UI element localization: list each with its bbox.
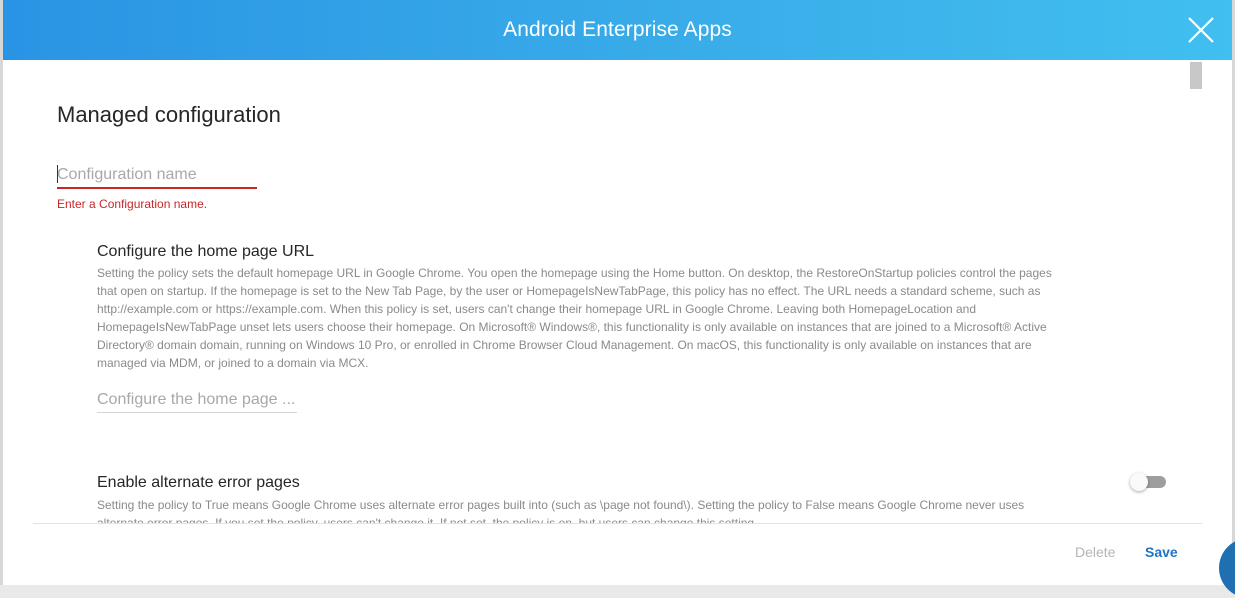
section-description-home-page-url: Setting the policy sets the default home… (97, 266, 1052, 370)
text-caret (57, 165, 58, 183)
configuration-name-input[interactable] (57, 163, 257, 189)
section-title-home-page-url: Configure the home page URL (97, 243, 315, 260)
configuration-name-error: Enter a Configuration name. (57, 197, 208, 211)
home-page-url-input[interactable] (97, 388, 297, 413)
dialog-footer: Delete Save (33, 523, 1202, 585)
section-description-alternate-error-pages: Setting the policy to True means Google … (97, 498, 1025, 523)
scrollbar-thumb[interactable] (1190, 62, 1202, 89)
save-button[interactable]: Save (1145, 544, 1178, 560)
page-title: Managed configuration (57, 102, 281, 127)
delete-button[interactable]: Delete (1075, 544, 1115, 560)
managed-configuration-dialog: Android Enterprise Apps Managed configur… (3, 0, 1232, 585)
dialog-header: Android Enterprise Apps (3, 0, 1232, 60)
toggle-knob (1130, 473, 1148, 491)
scrollbar-track[interactable] (1188, 60, 1202, 523)
dialog-title: Android Enterprise Apps (503, 18, 732, 41)
dialog-content: Managed configuration Enter a Configurat… (3, 60, 1232, 523)
section-title-alternate-error-pages: Enable alternate error pages (97, 474, 300, 491)
alternate-error-pages-toggle[interactable] (1130, 472, 1166, 492)
close-button[interactable] (1185, 14, 1217, 46)
close-icon (1188, 17, 1214, 43)
